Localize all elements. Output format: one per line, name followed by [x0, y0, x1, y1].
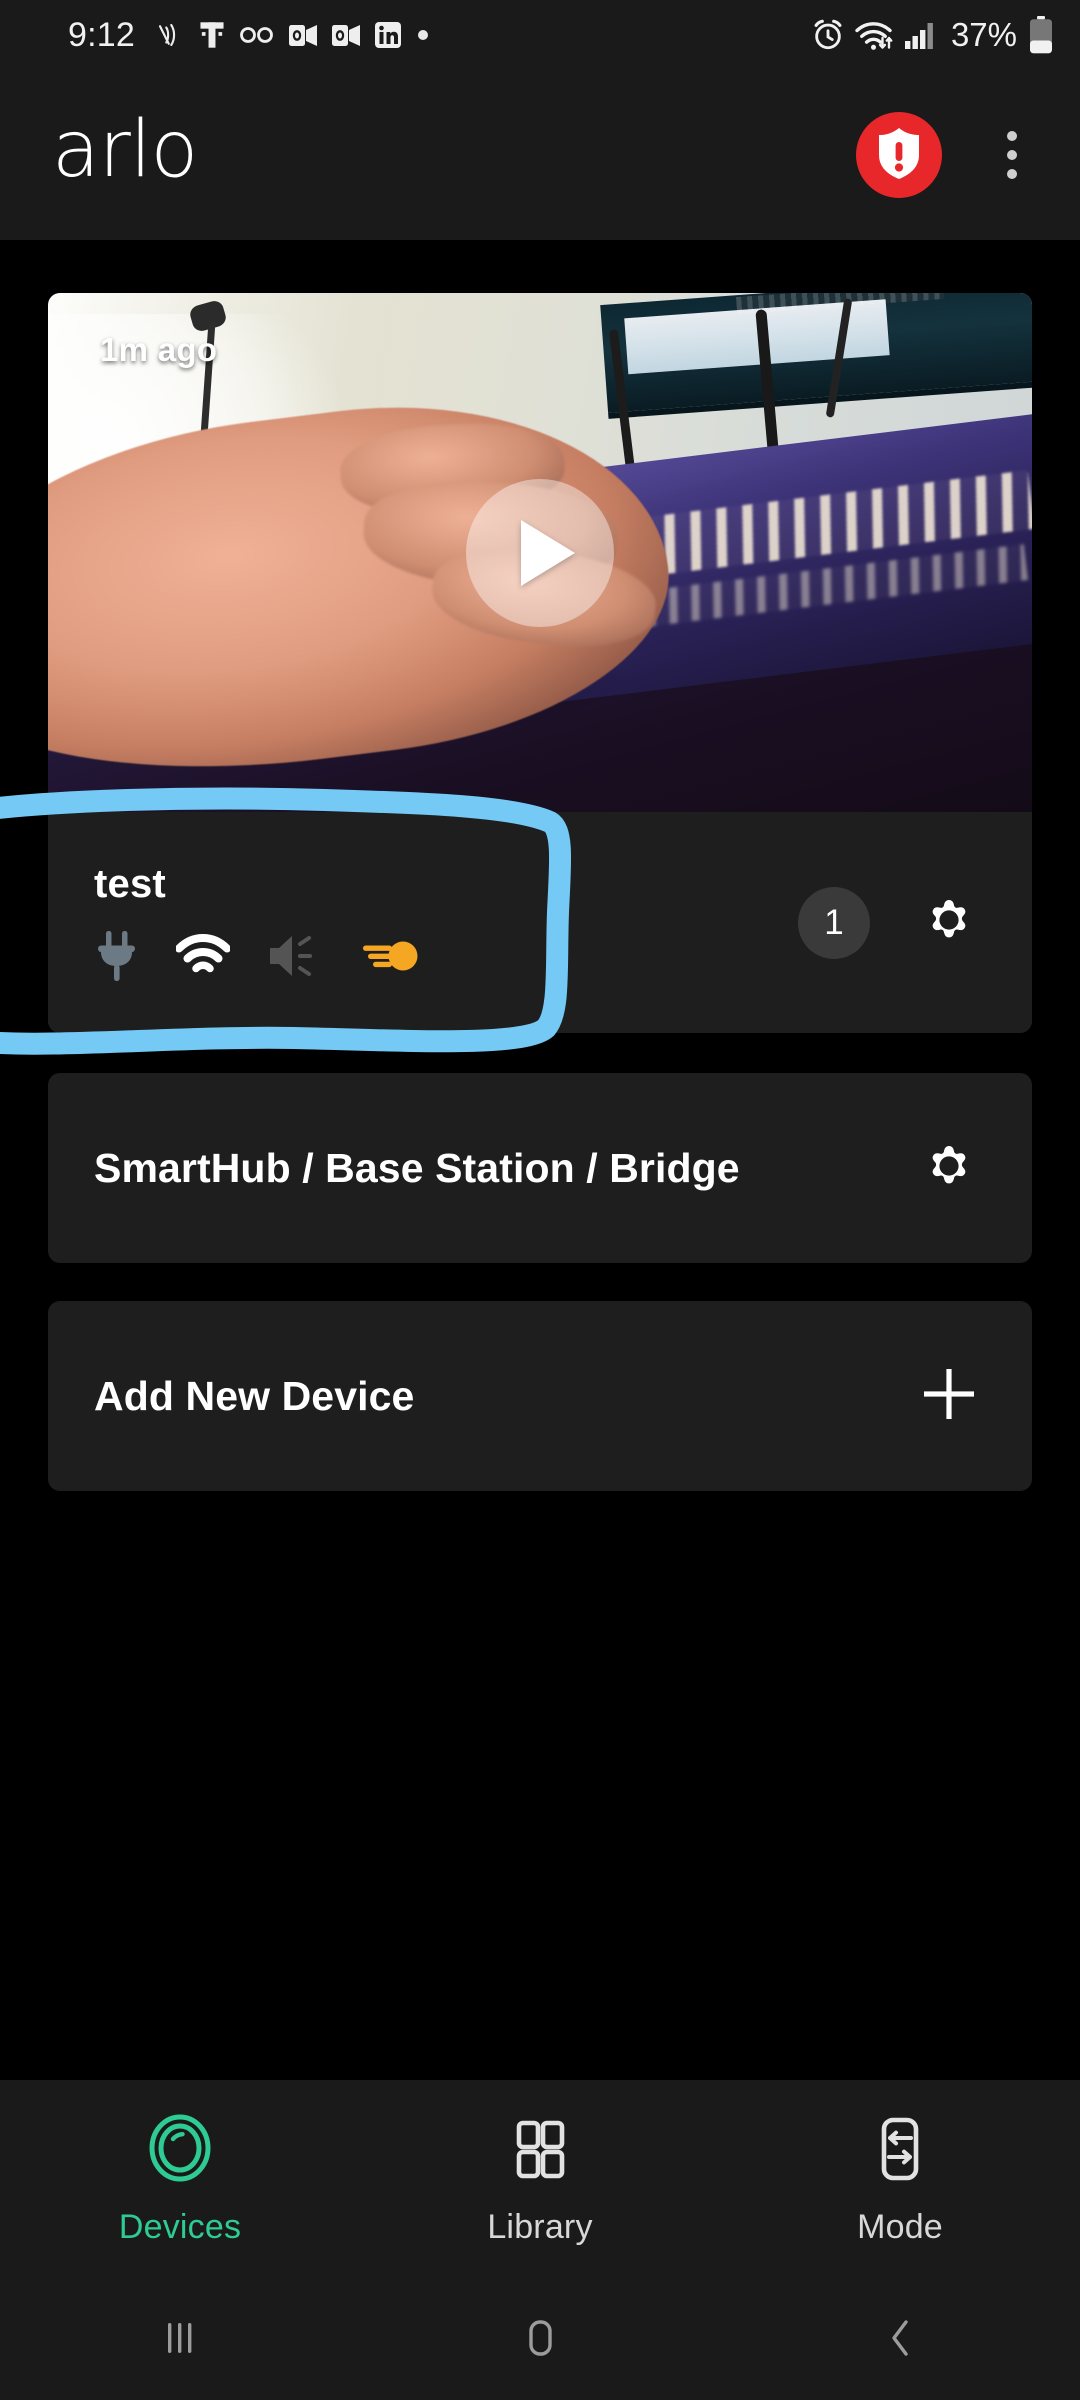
nav-tab-library[interactable]: Library	[360, 2113, 720, 2247]
add-new-device-title: Add New Device	[94, 1372, 415, 1419]
clip-timestamp: 1m ago	[100, 331, 218, 368]
smarthub-title: SmartHub / Base Station / Bridge	[94, 1144, 740, 1191]
linkedin-icon	[374, 21, 402, 49]
camera-info-left: test	[94, 862, 798, 983]
wifi-icon	[854, 18, 894, 52]
phone-screen: 9:12 37% arlo 1m ago test 1 SmartHub / B…	[0, 0, 1080, 2400]
spotlight-icon	[360, 935, 420, 977]
smarthub-row[interactable]: SmartHub / Base Station / Bridge	[48, 1073, 1032, 1263]
camera-lens-icon	[147, 2113, 213, 2188]
camera-thumbnail[interactable]: 1m ago	[48, 293, 1032, 812]
scene-microphone	[187, 299, 228, 452]
status-bar-right: 37%	[811, 15, 1054, 55]
smarthub-settings-button[interactable]	[912, 1131, 986, 1205]
dot-icon	[415, 27, 431, 43]
mode-sliders-icon	[867, 2113, 933, 2188]
app-bar: arlo	[0, 70, 1080, 240]
speaker-mute-icon	[266, 931, 324, 981]
camera-name-label: test	[94, 862, 166, 906]
voicemail-icon	[239, 24, 275, 46]
wifi-icon	[176, 932, 230, 980]
play-icon	[521, 519, 575, 586]
alarm-icon	[811, 18, 845, 52]
camera-status-icons	[94, 929, 798, 983]
gear-icon	[918, 1135, 980, 1202]
bottom-navigation: Devices Library Mode	[0, 2080, 1080, 2280]
plus-icon	[918, 1363, 980, 1430]
camera-card[interactable]: 1m ago test 1	[48, 293, 1032, 1033]
overflow-menu-icon[interactable]	[984, 112, 1040, 198]
battery-percent-label: 37%	[950, 16, 1017, 53]
grid-icon	[507, 2113, 573, 2188]
cellular-signal-icon	[903, 19, 937, 51]
play-button[interactable]	[466, 478, 614, 627]
recents-button[interactable]	[0, 2311, 360, 2370]
outlook-icon	[331, 22, 361, 49]
device-list: 1m ago test 1 SmartHub / Base Station / …	[0, 240, 1080, 2070]
arlo-logo: arlo	[52, 105, 198, 195]
back-button[interactable]	[720, 2311, 1080, 2370]
status-bar: 9:12 37%	[0, 0, 1080, 70]
nav-tab-mode[interactable]: Mode	[720, 2113, 1080, 2247]
camera-settings-button[interactable]	[912, 886, 986, 960]
back-chevron-icon	[873, 2311, 927, 2370]
mute-vibrate-icon	[155, 20, 185, 50]
status-bar-left: 9:12	[68, 16, 811, 55]
scene-monitor-strip	[735, 293, 945, 315]
outlook-icon	[288, 22, 318, 49]
notification-count-badge[interactable]: 1	[798, 886, 870, 959]
nav-label-devices: Devices	[118, 2208, 242, 2246]
shield-exclamation-icon	[874, 125, 924, 186]
power-plug-icon	[94, 929, 140, 983]
add-new-device-row[interactable]: Add New Device	[48, 1301, 1032, 1491]
add-new-device-button[interactable]	[912, 1359, 986, 1433]
home-button[interactable]	[360, 2311, 720, 2370]
system-navigation-bar	[0, 2280, 1080, 2400]
nav-label-library: Library	[487, 2208, 593, 2246]
alert-status-button[interactable]	[856, 112, 942, 198]
camera-info-bar: test 1	[48, 812, 1032, 1033]
home-icon	[513, 2311, 567, 2370]
gear-icon	[918, 889, 980, 956]
recents-icon	[153, 2311, 207, 2370]
nav-tab-devices[interactable]: Devices	[0, 2113, 360, 2247]
status-bar-clock: 9:12	[68, 15, 135, 54]
t-mobile-icon	[198, 20, 226, 50]
battery-icon	[1028, 15, 1054, 55]
nav-label-mode: Mode	[857, 2208, 943, 2246]
